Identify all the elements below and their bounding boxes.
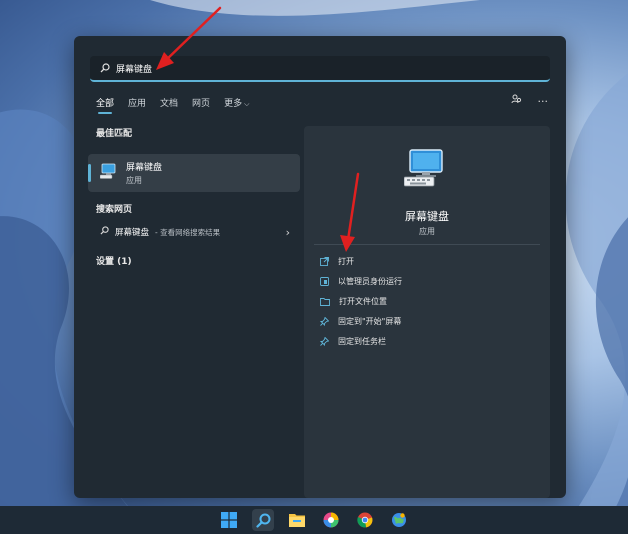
file-explorer-icon[interactable] [286, 509, 308, 531]
preview-app-name: 屏幕键盘 [405, 210, 449, 223]
web-result-query: 屏幕键盘 [115, 228, 150, 238]
action-pin-to-start-label: 固定到"开始"屏幕 [338, 316, 402, 326]
admin-shield-icon [320, 276, 329, 286]
preview-app-type: 应用 [419, 227, 435, 236]
tab-more[interactable]: 更多 ⌵ [224, 96, 249, 114]
best-match-name: 屏幕键盘 [126, 163, 163, 173]
action-open-label: 打开 [338, 256, 354, 266]
taskbar [0, 506, 628, 534]
web-result-suffix: - 查看网络搜索结果 [155, 227, 221, 237]
preview-pane: 屏幕键盘 应用 打开 以管理员身份运行 打开文件位置 固定到"开始"屏幕 固定到… [304, 126, 550, 498]
keyboard-monitor-icon [403, 148, 448, 192]
action-list: 打开 以管理员身份运行 打开文件位置 固定到"开始"屏幕 固定到任务栏 [320, 254, 402, 348]
divider [314, 244, 540, 245]
colorful-app-icon[interactable] [320, 509, 342, 531]
pin-icon [320, 316, 329, 326]
action-pin-to-taskbar[interactable]: 固定到任务栏 [320, 334, 402, 348]
tab-web[interactable]: 网页 [192, 96, 210, 114]
best-match-item[interactable]: 屏幕键盘 应用 [88, 154, 300, 192]
search-icon [100, 63, 110, 73]
tab-documents[interactable]: 文档 [160, 96, 178, 114]
start-icon[interactable] [218, 509, 240, 531]
action-open[interactable]: 打开 [320, 254, 402, 268]
tab-all[interactable]: 全部 [96, 96, 114, 114]
action-pin-to-taskbar-label: 固定到任务栏 [338, 336, 386, 346]
top-icons: ··· [511, 94, 549, 108]
chevron-down-icon: ⌵ [244, 100, 250, 108]
tab-more-label: 更多 [224, 99, 243, 109]
more-options-icon[interactable]: ··· [538, 95, 549, 108]
folder-icon [320, 297, 330, 306]
best-match-type: 应用 [126, 176, 142, 185]
search-icon [100, 226, 109, 238]
filter-tabs: 全部 应用 文档 网页 更多 ⌵ [96, 96, 249, 114]
search-icon[interactable] [252, 509, 274, 531]
action-pin-to-start[interactable]: 固定到"开始"屏幕 [320, 314, 402, 328]
keyboard-monitor-icon [99, 163, 118, 183]
web-search-heading: 搜索网页 [96, 205, 133, 215]
pin-icon [320, 336, 329, 346]
action-open-file-location[interactable]: 打开文件位置 [320, 294, 402, 308]
account-switch-icon[interactable] [511, 94, 522, 108]
globe-app-icon[interactable] [388, 509, 410, 531]
action-run-as-admin-label: 以管理员身份运行 [338, 276, 402, 286]
tab-apps[interactable]: 应用 [128, 96, 146, 114]
settings-heading[interactable]: 设置 (1) [88, 254, 132, 267]
search-box[interactable] [90, 56, 550, 82]
search-input[interactable] [116, 63, 516, 73]
chrome-icon[interactable] [354, 509, 376, 531]
action-open-file-location-label: 打开文件位置 [339, 296, 387, 306]
action-run-as-admin[interactable]: 以管理员身份运行 [320, 274, 402, 288]
best-match-heading: 最佳匹配 [96, 129, 133, 139]
results-list: 最佳匹配 屏幕键盘 应用 搜索网页 屏幕键盘 - 查看网络搜索结果 › 设置 (… [88, 126, 304, 498]
open-external-icon [320, 256, 329, 266]
search-panel: 全部 应用 文档 网页 更多⌵ ··· 最佳匹配 屏幕键盘 应用 搜索网页 屏幕… [74, 36, 566, 498]
chevron-right-icon: › [285, 225, 290, 239]
web-search-result[interactable]: 屏幕键盘 - 查看网络搜索结果 › [88, 220, 300, 244]
